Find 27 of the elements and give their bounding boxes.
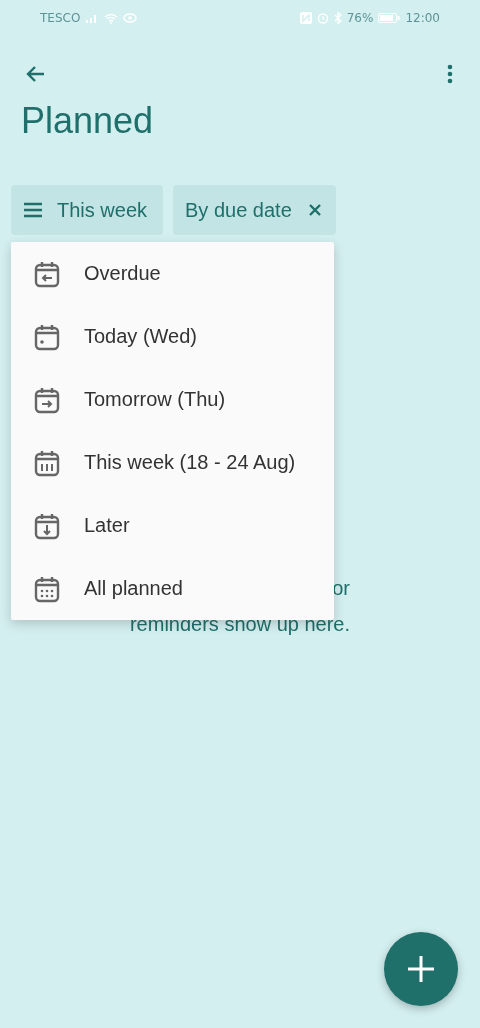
menu-item[interactable]: Overdue: [11, 242, 334, 305]
bluetooth-icon: [333, 12, 342, 24]
menu-item[interactable]: This week (18 - 24 Aug): [11, 431, 334, 494]
menu-item[interactable]: Later: [11, 494, 334, 557]
calendar-icon: [34, 385, 60, 414]
sort-chip[interactable]: By due date: [173, 185, 336, 235]
page-title: Planned: [21, 100, 155, 142]
battery-percent: 76%: [346, 11, 374, 25]
nfc-icon: [299, 12, 312, 24]
menu-item[interactable]: Tomorrow (Thu): [11, 368, 334, 431]
menu-item[interactable]: Today (Wed): [11, 305, 334, 368]
close-icon[interactable]: [307, 203, 322, 217]
clock-time: 12:00: [405, 11, 440, 25]
plus-icon: [406, 954, 436, 984]
calendar-icon: [34, 448, 60, 477]
more-icon: [447, 63, 453, 85]
calendar-icon: [34, 259, 60, 288]
calendar-icon: [34, 322, 60, 351]
add-button[interactable]: [384, 932, 458, 1006]
eye-icon: [123, 13, 138, 23]
calendar-icon: [34, 511, 60, 540]
carrier-name: TESCO: [40, 11, 81, 25]
menu-icon: [23, 202, 43, 218]
wifi-icon: [104, 12, 119, 24]
battery-icon: [378, 13, 401, 23]
calendar-icon: [34, 574, 60, 603]
filter-chip[interactable]: This week: [11, 185, 164, 235]
